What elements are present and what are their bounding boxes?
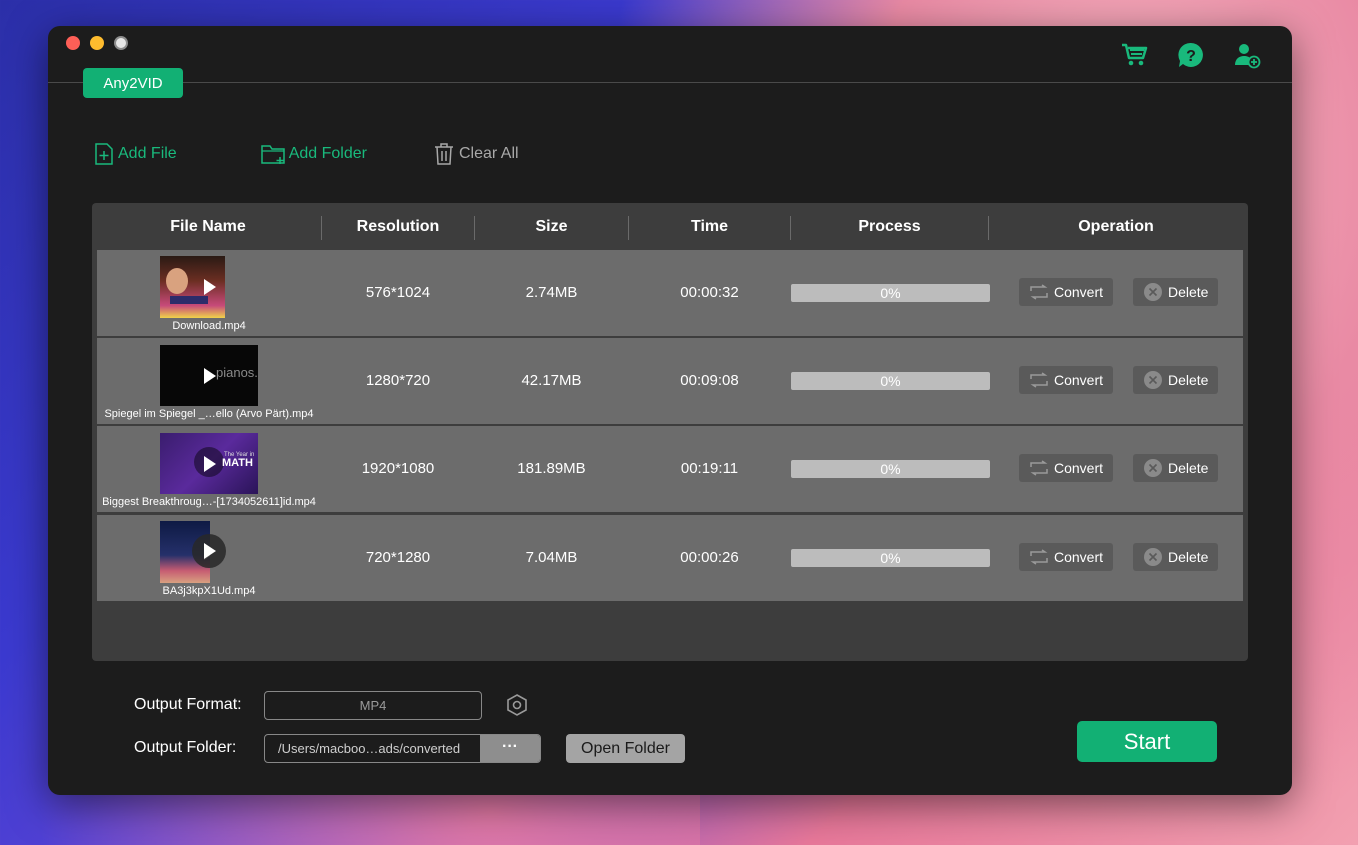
delete-button[interactable]: Delete: [1133, 543, 1219, 571]
open-folder-button[interactable]: Open Folder: [566, 734, 685, 763]
column-header-size: Size: [535, 218, 568, 235]
column-header-process: Process: [858, 218, 921, 235]
delete-label: Delete: [1168, 284, 1209, 300]
column-header-resolution: Resolution: [356, 218, 440, 235]
add-folder-icon: [260, 145, 285, 164]
convert-label: Convert: [1054, 284, 1104, 300]
size-value: 42.17MB: [521, 372, 582, 389]
close-circle-icon: [1144, 459, 1162, 477]
column-header-operation: Operation: [1078, 218, 1154, 235]
progress-bar: 0%: [791, 460, 990, 478]
output-format-label: Output Format:: [134, 696, 242, 713]
file-name: Biggest Breakthroug…-[1734052611]id.mp4: [102, 496, 316, 508]
time-value: 00:00:26: [680, 549, 739, 566]
thumbnail-text: MATH: [222, 457, 253, 469]
delete-label: Delete: [1168, 549, 1209, 565]
toolbar: Add File Add Folder Clear All: [94, 142, 519, 166]
convert-button[interactable]: Convert: [1019, 278, 1114, 306]
convert-button[interactable]: Convert: [1019, 454, 1114, 482]
output-folder-label: Output Folder:: [134, 739, 237, 756]
file-name: Spiegel im Spiegel _…ello (Arvo Pärt).mp…: [104, 408, 314, 420]
help-icon[interactable]: ?: [1176, 40, 1206, 70]
convert-label: Convert: [1054, 372, 1104, 388]
convert-icon: [1030, 549, 1048, 565]
convert-icon: [1030, 284, 1048, 300]
close-window-button[interactable]: [66, 36, 80, 50]
header-divider: [48, 82, 1292, 83]
minimize-window-button[interactable]: [90, 36, 104, 50]
brand-tab[interactable]: Any2VID: [83, 68, 183, 98]
size-value: 181.89MB: [517, 460, 586, 477]
file-name: BA3j3kpX1Ud.mp4: [162, 585, 256, 597]
play-icon: [204, 456, 216, 472]
table-row[interactable]: Download.mp4 576*1024 2.74MB 00:00:32 0%…: [97, 250, 1243, 336]
close-circle-icon: [1144, 371, 1162, 389]
browse-folder-button[interactable]: ···: [480, 735, 540, 762]
play-icon: [204, 279, 216, 295]
delete-label: Delete: [1168, 372, 1209, 388]
window-controls: [66, 36, 128, 50]
output-format-select[interactable]: MP4: [264, 691, 482, 720]
start-button[interactable]: Start: [1077, 721, 1217, 762]
trash-icon: [434, 143, 453, 165]
resolution-value: 576*1024: [365, 284, 431, 301]
time-value: 00:00:32: [680, 284, 739, 301]
table-row[interactable]: The Year in MATH Biggest Breakthroug…-[1…: [97, 426, 1243, 512]
progress-bar: 0%: [791, 549, 990, 567]
play-icon: [204, 543, 216, 559]
top-icons: ?: [1120, 40, 1262, 70]
resolution-value: 1280*720: [365, 372, 431, 389]
add-file-button[interactable]: Add File: [94, 143, 177, 165]
file-name: Download.mp4: [172, 320, 246, 332]
svg-text:?: ?: [1186, 48, 1196, 65]
convert-icon: [1030, 460, 1048, 476]
convert-icon: [1030, 372, 1048, 388]
close-circle-icon: [1144, 548, 1162, 566]
table-header: File Name Resolution Size Time Process O…: [92, 203, 1248, 250]
column-header-time: Time: [690, 218, 729, 235]
convert-button[interactable]: Convert: [1019, 543, 1114, 571]
size-value: 7.04MB: [525, 549, 578, 566]
resolution-value: 1920*1080: [361, 460, 435, 477]
time-value: 00:09:08: [680, 372, 739, 389]
format-settings-icon[interactable]: [506, 694, 528, 716]
add-folder-label: Add Folder: [288, 145, 367, 162]
thumbnail-text: pianos.: [216, 365, 258, 380]
video-thumbnail[interactable]: The Year in MATH: [160, 433, 258, 494]
delete-label: Delete: [1168, 460, 1209, 476]
play-icon: [204, 368, 216, 384]
zoom-window-button[interactable]: [114, 36, 128, 50]
app-window: Any2VID ? Add File Add Folder Clear All …: [48, 26, 1292, 795]
clear-all-label: Clear All: [458, 145, 519, 162]
column-header-file-name: File Name: [170, 218, 246, 235]
delete-button[interactable]: Delete: [1133, 366, 1219, 394]
file-table: File Name Resolution Size Time Process O…: [92, 203, 1248, 661]
size-value: 2.74MB: [525, 284, 578, 301]
delete-button[interactable]: Delete: [1133, 278, 1219, 306]
output-folder-path: /Users/macboo…ads/converted: [278, 741, 461, 756]
cart-icon[interactable]: [1120, 40, 1150, 70]
close-circle-icon: [1144, 283, 1162, 301]
table-row[interactable]: BA3j3kpX1Ud.mp4 720*1280 7.04MB 00:00:26…: [97, 515, 1243, 601]
clear-all-button[interactable]: Clear All: [433, 142, 519, 166]
add-file-icon: [95, 143, 113, 165]
video-thumbnail[interactable]: pianos.: [160, 345, 258, 406]
add-folder-button[interactable]: Add Folder: [260, 143, 367, 165]
progress-bar: 0%: [791, 372, 990, 390]
add-file-label: Add File: [118, 145, 177, 162]
convert-button[interactable]: Convert: [1019, 366, 1114, 394]
delete-button[interactable]: Delete: [1133, 454, 1219, 482]
convert-label: Convert: [1054, 460, 1104, 476]
resolution-value: 720*1280: [365, 549, 431, 566]
add-user-icon[interactable]: [1232, 40, 1262, 70]
video-thumbnail[interactable]: [160, 256, 225, 318]
progress-bar: 0%: [791, 284, 990, 302]
convert-label: Convert: [1054, 549, 1104, 565]
table-row[interactable]: pianos. Spiegel im Spiegel _…ello (Arvo …: [97, 338, 1243, 424]
output-folder-field[interactable]: /Users/macboo…ads/converted ···: [264, 734, 541, 763]
time-value: 00:19:11: [680, 460, 739, 477]
